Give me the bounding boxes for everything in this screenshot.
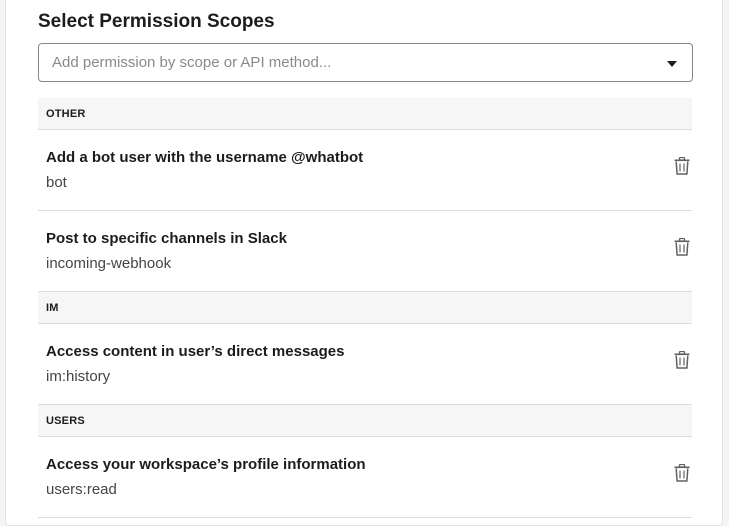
group-header-users: USERS [38,405,692,437]
scope-name: users:read [46,481,117,498]
permission-scopes-card: Select Permission Scopes Add permission … [5,0,723,526]
group-label: USERS [46,415,85,427]
trash-icon[interactable] [674,351,690,369]
scope-row: Access your workspace’s profile informat… [38,437,692,518]
scope-row: Access content in user’s direct messages… [38,324,692,405]
scope-search-placeholder: Add permission by scope or API method... [52,54,332,71]
group-label: OTHER [46,108,86,120]
scope-row: Add a bot user with the username @whatbo… [38,130,692,211]
group-header-other: OTHER [38,98,692,130]
caret-down-icon[interactable] [667,61,677,67]
group-header-im: IM [38,292,692,324]
scope-description: Add a bot user with the username @whatbo… [46,149,364,166]
scope-row: Post to specific channels in Slack incom… [38,211,692,292]
scope-name: im:history [46,368,111,385]
trash-icon[interactable] [674,157,690,175]
scope-name: incoming-webhook [46,255,172,272]
group-label: IM [46,302,59,314]
scope-description: Access your workspace’s profile informat… [46,456,366,473]
scope-list: OTHER Add a bot user with the username @… [38,98,692,518]
trash-icon[interactable] [674,464,690,482]
scope-search-select[interactable]: Add permission by scope or API method... [38,43,693,82]
scope-name: bot [46,174,67,191]
scope-description: Post to specific channels in Slack [46,230,287,247]
scope-description: Access content in user’s direct messages [46,343,345,360]
page-title: Select Permission Scopes [38,11,275,32]
trash-icon[interactable] [674,238,690,256]
